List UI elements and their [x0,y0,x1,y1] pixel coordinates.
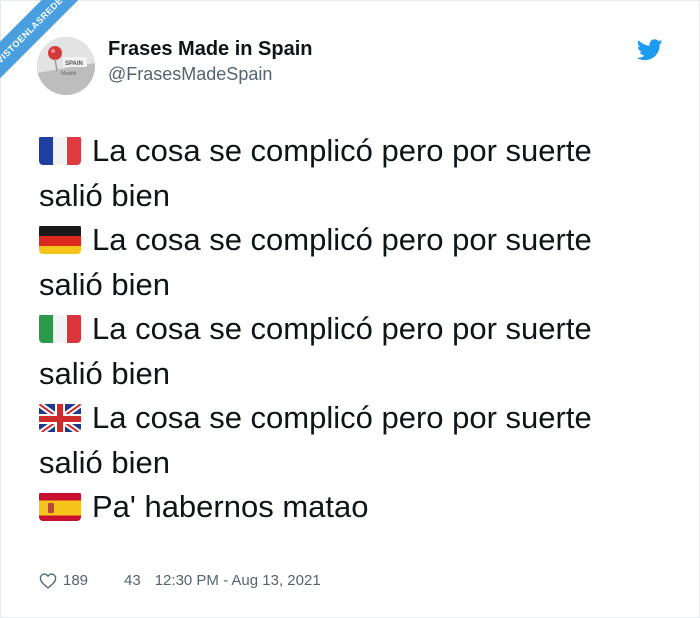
tweet-line-continuation: salió bien [39,177,170,213]
tweet-line-continuation: salió bien [39,266,170,302]
tweet-text: La cosa se complicó pero por suerte sali… [39,129,659,530]
author-display-name[interactable]: Frases Made in Spain [108,38,313,61]
reply-count[interactable]: 43 [124,572,141,589]
twitter-bird-icon[interactable] [636,39,663,61]
tweet-timestamp[interactable]: 12:30 PM - Aug 13, 2021 [155,572,321,589]
tweet-line: La cosa se complicó pero por suerte [39,396,659,441]
svg-text:Madrid: Madrid [61,71,77,77]
tweet-line: La cosa se complicó pero por suerte [39,307,659,352]
tweet-line: Pa' habernos matao [39,485,659,530]
avatar[interactable]: SPAIN Madrid [37,37,95,95]
tweet-footer: 189 43 12:30 PM - Aug 13, 2021 [39,572,321,589]
tweet-card: VISTOENLASREDES SPAIN Madrid Frases Made… [0,0,700,618]
tweet-line: La cosa se complicó pero por suerte [39,218,659,263]
tweet-line-continuation: salió bien [39,355,170,391]
germany-flag-icon [39,224,81,254]
like-count[interactable]: 189 [63,572,88,589]
map-pin-spain-avatar-icon: SPAIN Madrid [37,37,95,95]
tweet-line: La cosa se complicó pero por suerte [39,129,659,174]
heart-icon[interactable] [39,572,57,589]
tweet-line-continuation: salió bien [39,444,170,480]
svg-text:SPAIN: SPAIN [65,61,83,67]
author-handle[interactable]: @FrasesMadeSpain [108,64,272,85]
france-flag-icon [39,135,81,165]
spain-flag-icon [39,491,81,521]
uk-flag-icon [39,402,81,432]
italy-flag-icon [39,313,81,343]
